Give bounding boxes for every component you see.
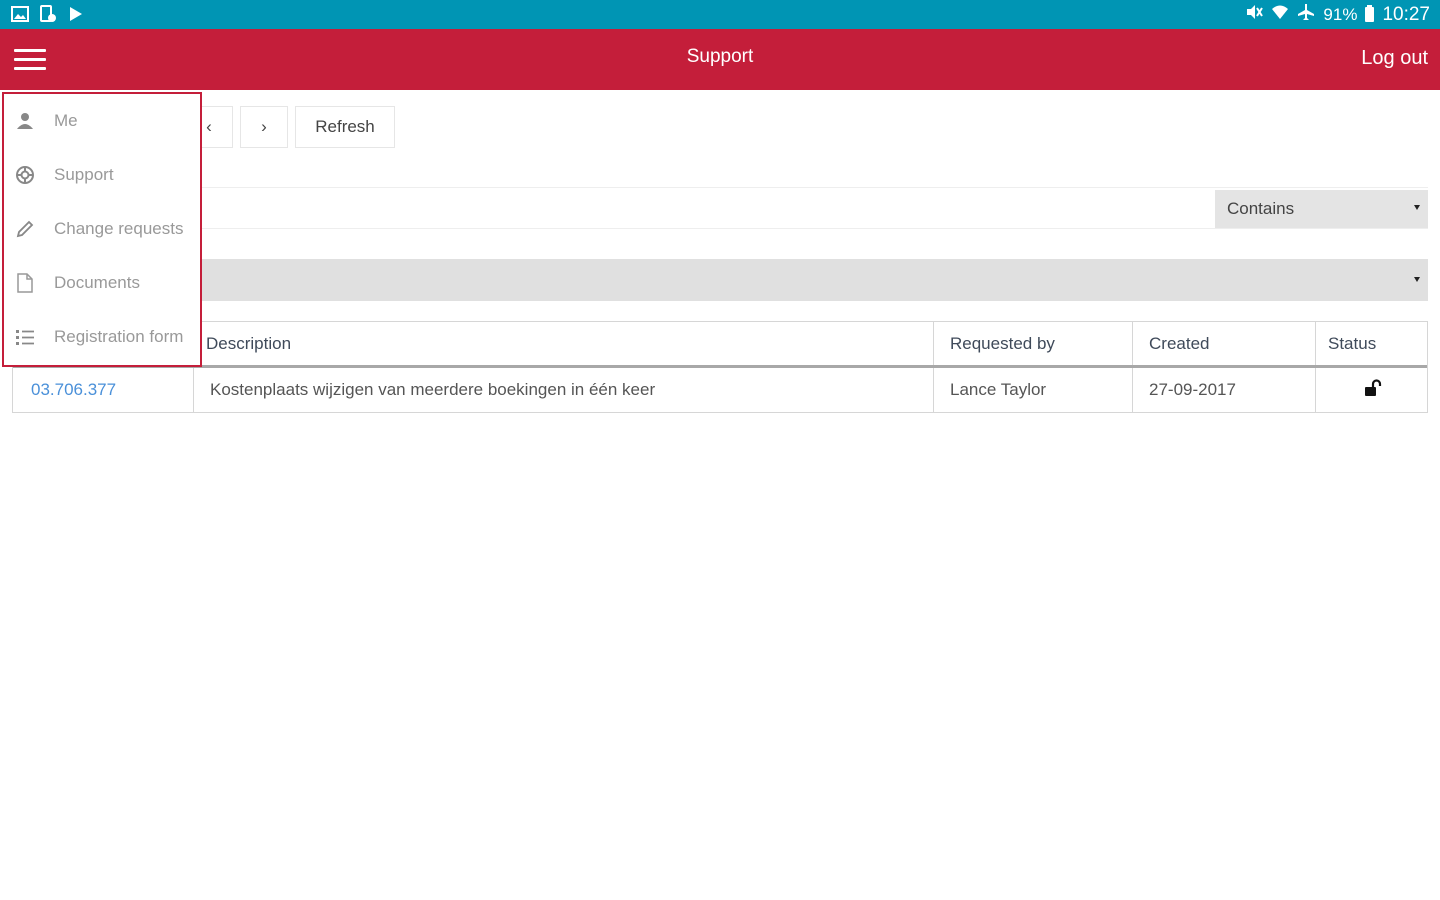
chevron-down-icon [1414,277,1420,282]
search-row: Contains [185,187,1428,229]
search-input[interactable] [185,188,1214,228]
clock: 10:27 [1382,3,1430,25]
unlocked-icon [1362,378,1382,403]
logout-button[interactable]: Log out [1361,47,1428,70]
drawer-item-change-requests[interactable]: Change requests [4,204,200,254]
drawer-item-support[interactable]: Support [4,150,200,200]
person-icon [14,110,36,132]
column-header-created[interactable]: Created [1133,322,1316,365]
drawer-item-label: Me [54,111,78,130]
pagination-toolbar: ‹ › Refresh [185,106,395,148]
table-row[interactable]: 03.706.377 Kostenplaats wijzigen van mee… [13,368,1427,412]
chevron-down-icon [1414,205,1420,210]
wifi-icon [1271,3,1289,26]
column-header-description[interactable]: Description [194,322,934,365]
status-bar-notifications [10,5,86,23]
drawer-item-documents[interactable]: Documents [4,258,200,308]
list-icon [14,326,36,348]
table-header-row: Description Requested by Created Status [13,322,1427,368]
status-cell [1316,368,1427,412]
battery-icon [1365,5,1375,22]
ticket-id-cell: 03.706.377 [13,368,194,412]
battery-percent: 91% [1323,4,1358,24]
phone-sync-icon [38,5,58,23]
pencil-icon [14,218,36,240]
status-bar: 91% 10:27 [0,0,1440,29]
gallery-icon [10,5,30,23]
mute-icon [1245,3,1264,26]
drawer-item-label: Documents [54,273,140,292]
support-tickets-table: Description Requested by Created Status … [12,321,1428,413]
ticket-id-link[interactable]: 03.706.377 [31,380,116,400]
created-cell: 27-09-2017 [1133,368,1316,412]
drawer-item-registration-form[interactable]: Registration form [4,312,200,362]
column-header-requested-by[interactable]: Requested by [934,322,1133,365]
airplane-icon [1297,3,1315,26]
next-page-button[interactable]: › [240,106,288,148]
match-mode-select[interactable]: Contains [1215,190,1428,228]
column-header-status[interactable]: Status [1316,322,1427,365]
requested-by-cell: Lance Taylor [934,368,1133,412]
navigation-drawer: Me Support Change requests Documents Reg… [2,92,202,367]
refresh-button[interactable]: Refresh [295,106,395,148]
filter-select[interactable] [185,259,1428,301]
document-icon [14,272,36,294]
app-bar: Support Log out [0,29,1440,90]
drawer-item-label: Support [54,165,114,184]
match-mode-value: Contains [1227,199,1295,218]
page-title: Support [686,46,754,67]
drawer-item-me[interactable]: Me [4,96,200,146]
play-store-icon [66,5,86,23]
lifebuoy-icon [14,164,36,186]
description-cell: Kostenplaats wijzigen van meerdere boeki… [194,368,934,412]
drawer-item-label: Change requests [54,219,184,238]
drawer-item-label: Registration form [54,327,184,346]
status-bar-system: 91% 10:27 [1245,3,1430,26]
